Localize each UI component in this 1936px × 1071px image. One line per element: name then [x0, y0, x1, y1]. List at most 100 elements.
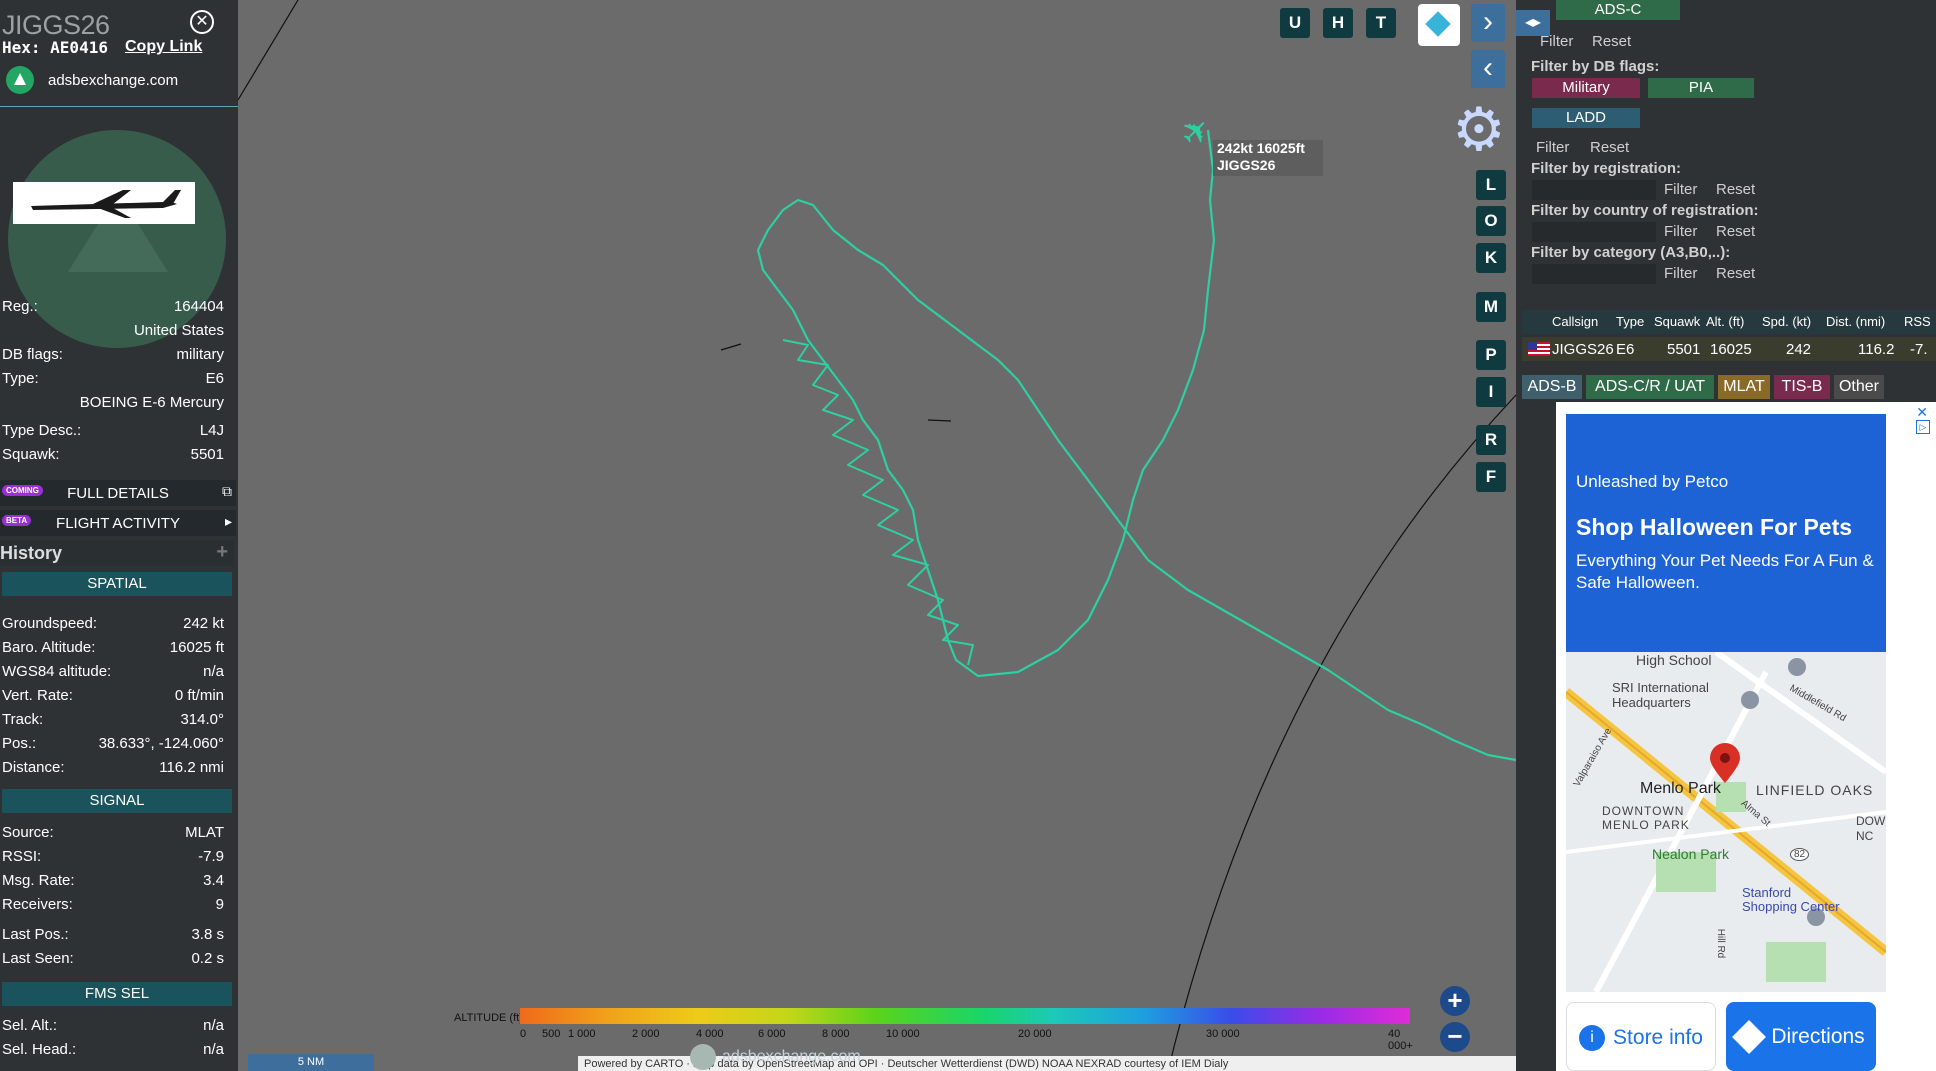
col-type[interactable]: Type — [1616, 314, 1644, 329]
altitude-tick: 1 000 — [568, 1028, 596, 1040]
info-row: Distance: 116.2 nmi — [2, 759, 224, 779]
full-details-label: FULL DETAILS — [67, 485, 169, 502]
col-rssi[interactable]: RSS — [1904, 314, 1931, 329]
map-button-i[interactable]: I — [1476, 377, 1506, 407]
info-value: -7.9 — [198, 848, 224, 865]
row-speed: 242 — [1786, 341, 1812, 358]
registration-filter-button[interactable]: Filter — [1664, 181, 1697, 198]
source-tab-other[interactable]: Other — [1834, 375, 1884, 399]
map-label-high-school: High School — [1636, 652, 1712, 668]
site-link[interactable]: adsbexchange.com — [6, 66, 178, 94]
pia-flag-button[interactable]: PIA — [1648, 78, 1754, 98]
map-button-k[interactable]: K — [1476, 243, 1506, 273]
adsc-filter-button[interactable]: ADS-C — [1556, 0, 1680, 20]
flight-track — [756, 129, 1516, 762]
info-value: n/a — [203, 663, 224, 680]
info-row: WGS84 altitude: n/a — [2, 663, 224, 683]
col-distance[interactable]: Dist. (nmi) — [1826, 314, 1885, 329]
history-label: History — [0, 543, 63, 563]
altitude-tick: 30 000 — [1206, 1028, 1240, 1040]
map-view[interactable]: ✈ 242kt 16025ft JIGGS26 U H T › ‹ ⚙ L O … — [238, 0, 1516, 1071]
fms-sel-header: FMS SEL — [2, 982, 232, 1006]
info-key: Pos.: — [2, 735, 37, 752]
source-tab-mlat[interactable]: MLAT — [1718, 375, 1770, 399]
category-reset-button[interactable]: Reset — [1716, 265, 1755, 282]
ad-map[interactable]: High School SRI International Headquarte… — [1566, 652, 1886, 992]
info-value: E6 — [205, 370, 224, 387]
info-row: Msg. Rate: 3.4 — [2, 872, 224, 892]
filter-button[interactable]: Filter — [1540, 33, 1573, 50]
db-flags-label: Filter by DB flags: — [1531, 58, 1660, 75]
zoom-out-button[interactable]: − — [1440, 1022, 1470, 1052]
country-reset-button[interactable]: Reset — [1716, 223, 1755, 240]
range-ring-arc — [1167, 394, 1516, 1071]
expand-icon: + — [216, 541, 228, 563]
map-button-o[interactable]: O — [1476, 206, 1506, 236]
store-info-button[interactable]: i Store info — [1566, 1002, 1716, 1071]
zoom-in-button[interactable]: + — [1440, 986, 1470, 1016]
info-key: Source: — [2, 824, 54, 841]
info-value: MLAT — [185, 824, 224, 841]
info-row: Pos.: 38.633°, -124.060° — [2, 735, 224, 755]
col-altitude[interactable]: Alt. (ft) — [1706, 314, 1744, 329]
advertisement[interactable]: ✕ ▷ Unleashed by Petco Shop Halloween Fo… — [1556, 402, 1936, 1071]
military-flag-button[interactable]: Military — [1532, 78, 1640, 98]
map-button-m[interactable]: M — [1476, 292, 1506, 322]
map-button-u[interactable]: U — [1280, 8, 1310, 38]
directions-button[interactable]: Directions — [1726, 1002, 1876, 1071]
flight-activity-button[interactable]: BETA FLIGHT ACTIVITY ▸ — [0, 510, 236, 536]
gear-icon[interactable]: ⚙ — [1452, 100, 1506, 160]
close-icon[interactable]: ✕ — [190, 10, 214, 34]
col-squawk[interactable]: Squawk — [1654, 314, 1700, 329]
info-value: 38.633°, -124.060° — [98, 735, 224, 752]
layers-icon[interactable] — [1418, 4, 1460, 46]
db-reset-button[interactable]: Reset — [1590, 139, 1629, 156]
country-filter-button[interactable]: Filter — [1664, 223, 1697, 240]
ad-body: Everything Your Pet Needs For A Fun & Sa… — [1576, 551, 1874, 592]
altitude-legend-title: ALTITUDE (ft) — [454, 1012, 523, 1024]
info-key: DB flags: — [2, 346, 63, 363]
db-filter-button[interactable]: Filter — [1536, 139, 1569, 156]
chevron-right-icon: ▸ — [224, 513, 232, 529]
info-key: Msg. Rate: — [2, 872, 75, 889]
aircraft-label[interactable]: 242kt 16025ft JIGGS26 — [1213, 140, 1323, 176]
source-tab-ads-c-r-uat[interactable]: ADS-C/R / UAT — [1586, 375, 1714, 399]
country-input[interactable] — [1532, 222, 1656, 242]
info-key: Sel. Alt.: — [2, 1017, 58, 1034]
ad-info-icon[interactable]: ▷ — [1916, 420, 1930, 434]
copy-link[interactable]: Copy Link — [125, 38, 202, 56]
map-label-dow: DOW NC — [1856, 814, 1886, 843]
source-tab-ads-b[interactable]: ADS-B — [1522, 375, 1582, 399]
registration-input[interactable] — [1532, 180, 1656, 200]
info-row: Vert. Rate: 0 ft/min — [2, 687, 224, 707]
map-button-l[interactable]: L — [1476, 170, 1506, 200]
info-value: 3.4 — [203, 872, 224, 889]
chevron-right-icon[interactable]: › — [1471, 4, 1505, 42]
filters-panel: ◂▸ ADS-C Filter Reset Filter by DB flags… — [1516, 0, 1936, 1071]
table-row[interactable]: JIGGS26 E6 5501 16025 242 116.2 -7. — [1522, 337, 1936, 361]
info-key: WGS84 altitude: — [2, 663, 112, 680]
map-button-t[interactable]: T — [1366, 8, 1396, 38]
row-rssi: -7. — [1910, 341, 1928, 358]
map-button-r[interactable]: R — [1476, 425, 1506, 455]
aircraft-photo[interactable] — [13, 182, 195, 224]
map-button-p[interactable]: P — [1476, 340, 1506, 370]
altitude-tick: 0 — [520, 1028, 527, 1040]
ladd-flag-button[interactable]: LADD — [1532, 108, 1640, 128]
col-callsign[interactable]: Callsign — [1552, 314, 1598, 329]
category-filter-button[interactable]: Filter — [1664, 265, 1697, 282]
map-button-h[interactable]: H — [1323, 8, 1353, 38]
ad-banner[interactable]: Unleashed by Petco Shop Halloween For Pe… — [1566, 414, 1886, 652]
map-button-f[interactable]: F — [1476, 462, 1506, 492]
reset-button[interactable]: Reset — [1592, 33, 1631, 50]
source-tab-tis-b[interactable]: TIS-B — [1774, 375, 1830, 399]
category-input[interactable] — [1532, 264, 1656, 284]
ad-close-icon[interactable]: ✕ — [1916, 404, 1928, 421]
registration-reset-button[interactable]: Reset — [1716, 181, 1755, 198]
adsbexchange-logo-icon — [6, 66, 34, 94]
chevron-left-icon[interactable]: ‹ — [1471, 50, 1505, 88]
col-speed[interactable]: Spd. (kt) — [1762, 314, 1811, 329]
map-canvas[interactable] — [238, 0, 1516, 1071]
history-toggle[interactable]: History + — [0, 540, 234, 566]
full-details-button[interactable]: COMING FULL DETAILS ⧉ — [0, 480, 236, 506]
